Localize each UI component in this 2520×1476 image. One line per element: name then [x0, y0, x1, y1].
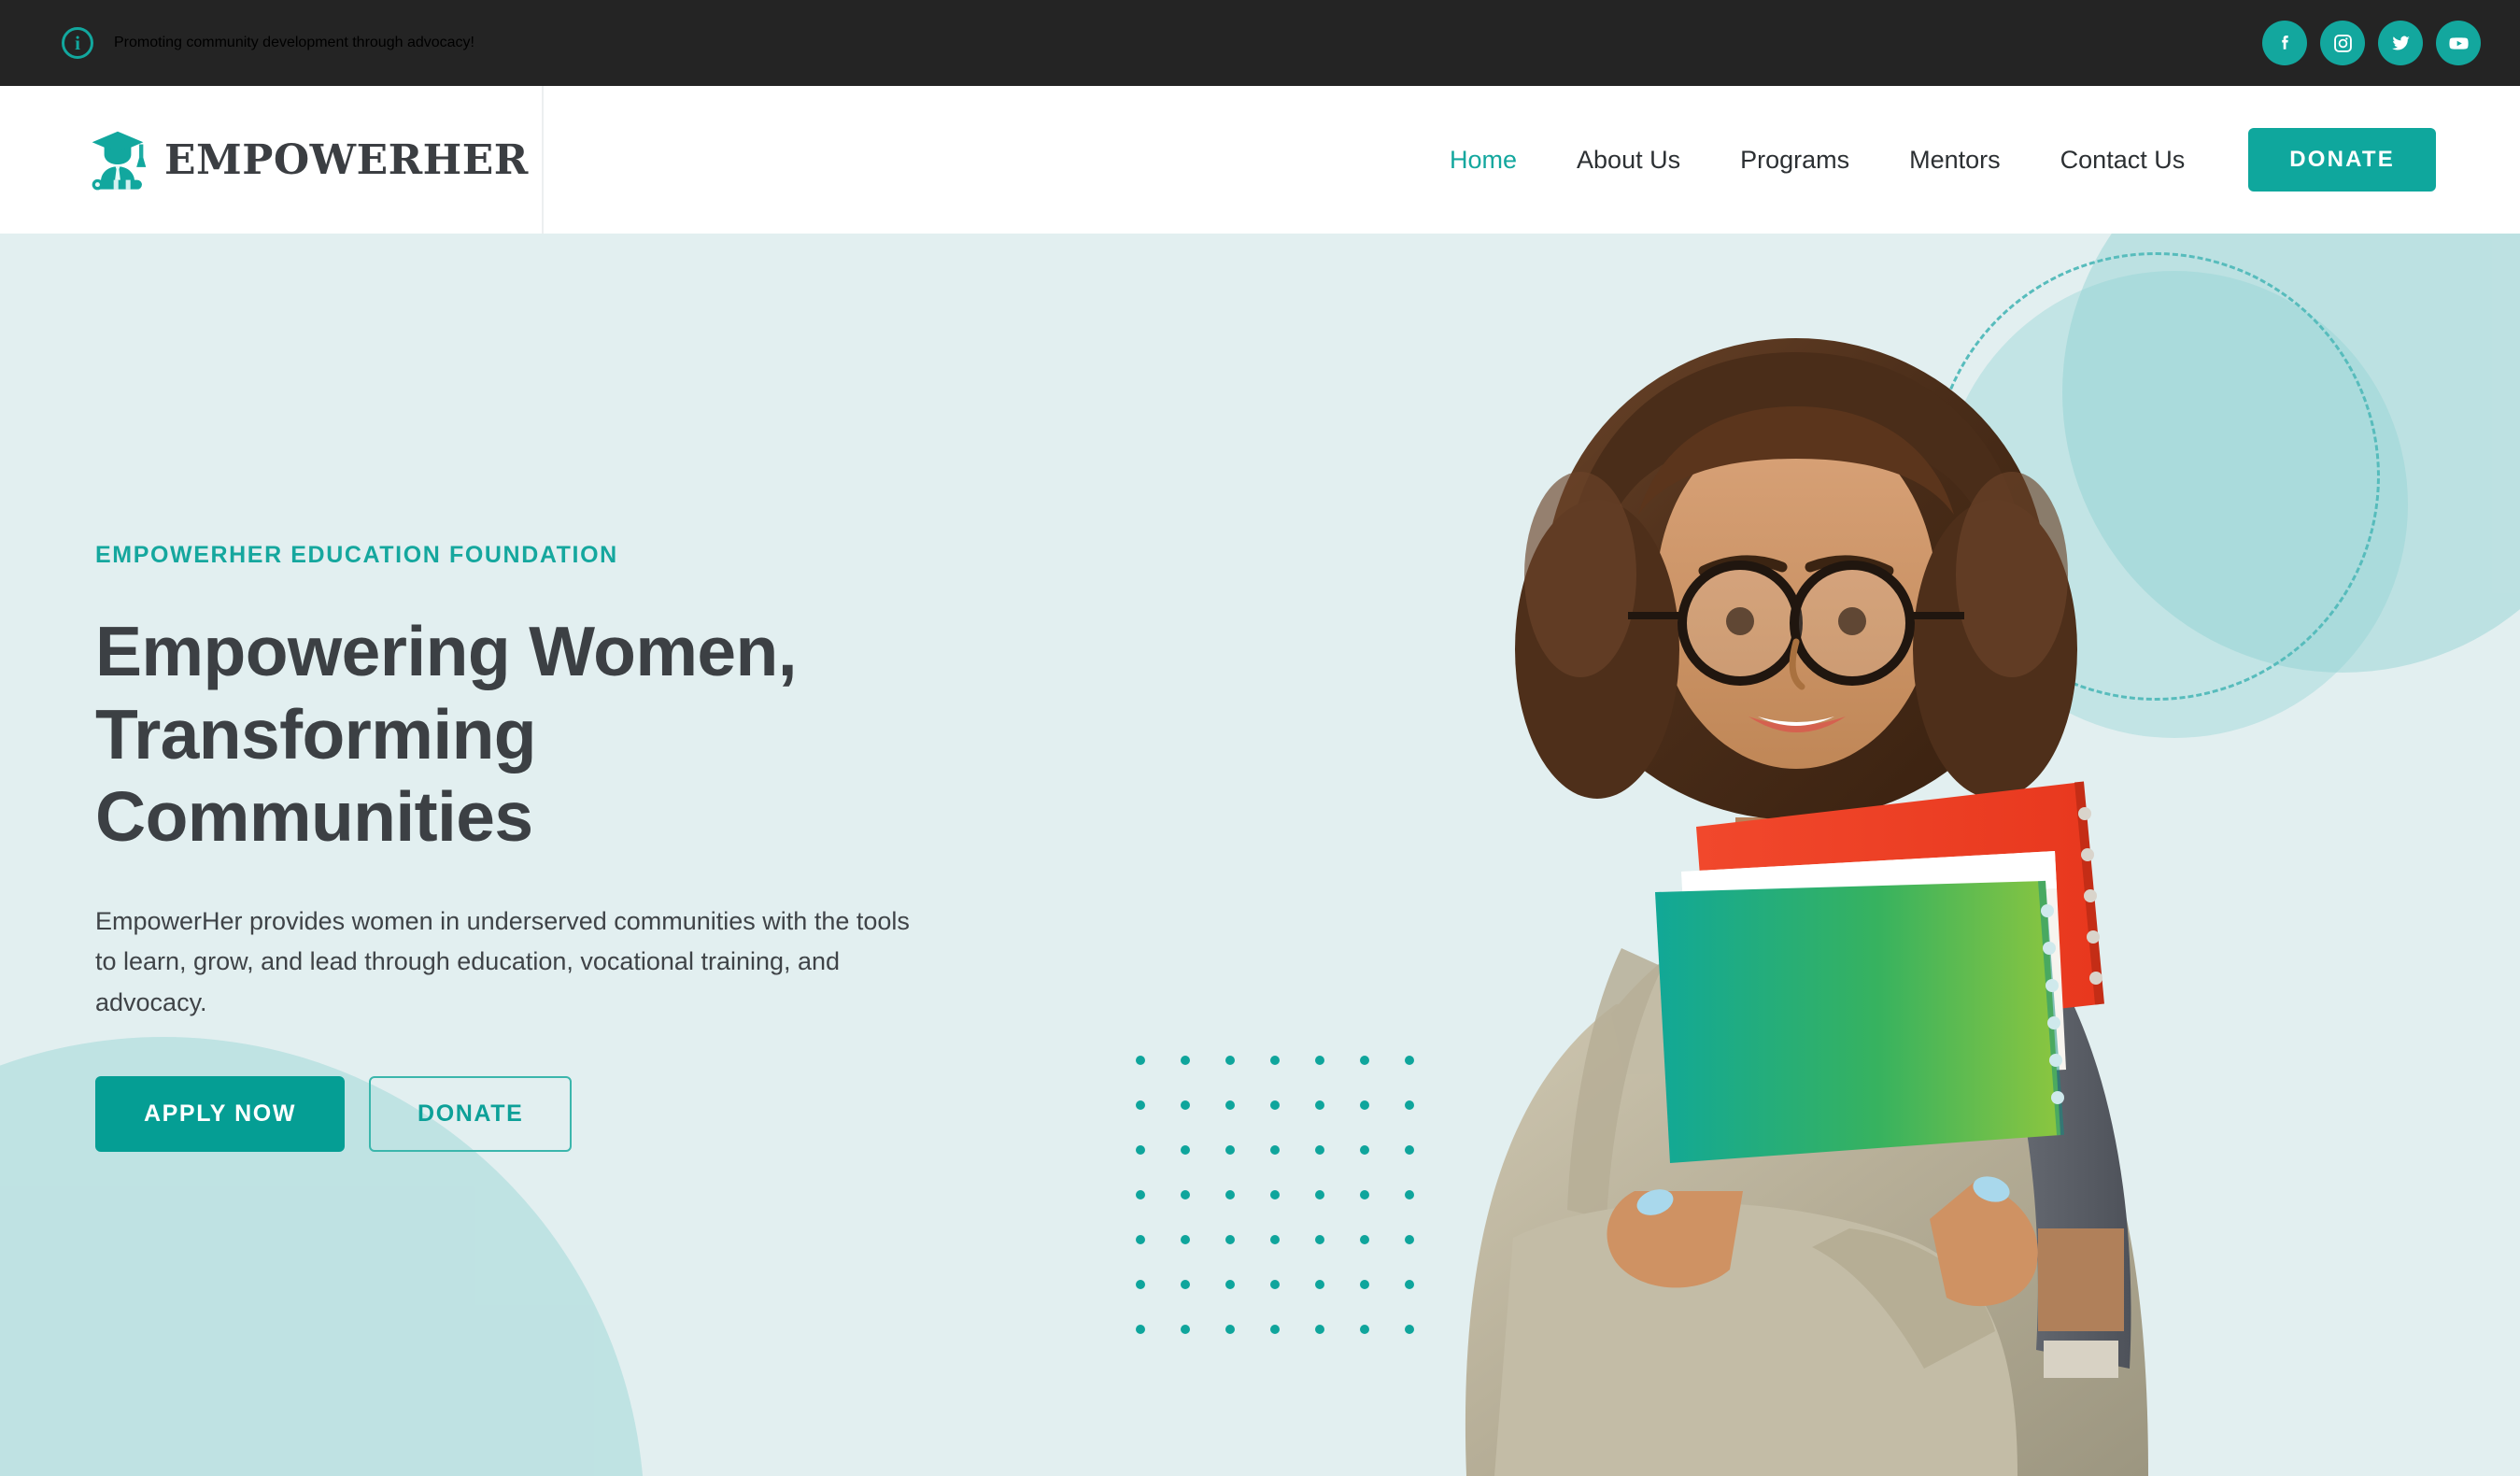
nav-item-about-us[interactable]: About Us — [1547, 146, 1710, 175]
social-links — [2262, 21, 2481, 65]
nav-item-contact-us[interactable]: Contact Us — [2031, 146, 2216, 175]
hero-copy: EMPOWERHER EDUCATION FOUNDATION Empoweri… — [95, 542, 1048, 1152]
apply-now-button[interactable]: APPLY NOW — [95, 1075, 346, 1152]
hero-donate-button[interactable]: DONATE — [369, 1075, 573, 1152]
nav-item-programs[interactable]: Programs — [1710, 146, 1879, 175]
hero-description: EmpowerHer provides women in underserved… — [95, 906, 910, 1016]
hero-cta-row: APPLY NOW DONATE — [95, 1075, 1048, 1152]
hero-title-line-1: Empowering Women, — [95, 612, 798, 690]
facebook-icon[interactable] — [2262, 21, 2307, 65]
hero-section: EMPOWERHER EDUCATION FOUNDATION Empoweri… — [0, 234, 2520, 1476]
instagram-icon[interactable] — [2320, 21, 2365, 65]
hero-title-line-3: Communities — [95, 777, 533, 856]
hero-eyebrow: EMPOWERHER EDUCATION FOUNDATION — [95, 542, 618, 568]
site-header: EMPOWERHER Home About Us Programs Mentor… — [0, 86, 2520, 234]
announcement-message: Promoting community development through … — [114, 35, 474, 50]
twitter-icon[interactable] — [2378, 21, 2423, 65]
logo-text: EMPOWERHER — [164, 135, 529, 184]
hero-photo — [1326, 294, 2270, 1476]
graduate-scroll-icon — [84, 126, 151, 193]
hero-title-line-2: Transforming — [95, 694, 537, 773]
youtube-icon[interactable] — [2436, 21, 2481, 65]
hero-title: Empowering Women, Transforming Communiti… — [95, 610, 1048, 859]
nav-item-mentors[interactable]: Mentors — [1879, 146, 2031, 175]
info-circle-icon: i — [62, 27, 93, 59]
primary-nav: Home About Us Programs Mentors Contact U… — [544, 86, 2520, 234]
header-donate-button[interactable]: DONATE — [2248, 128, 2436, 192]
announcement-bar: i Promoting community development throug… — [0, 0, 2520, 86]
nav-item-home[interactable]: Home — [1420, 146, 1547, 175]
brand-zone: EMPOWERHER — [0, 86, 544, 234]
announcement-content: i Promoting community development throug… — [62, 27, 474, 59]
site-logo[interactable]: EMPOWERHER — [84, 126, 529, 193]
